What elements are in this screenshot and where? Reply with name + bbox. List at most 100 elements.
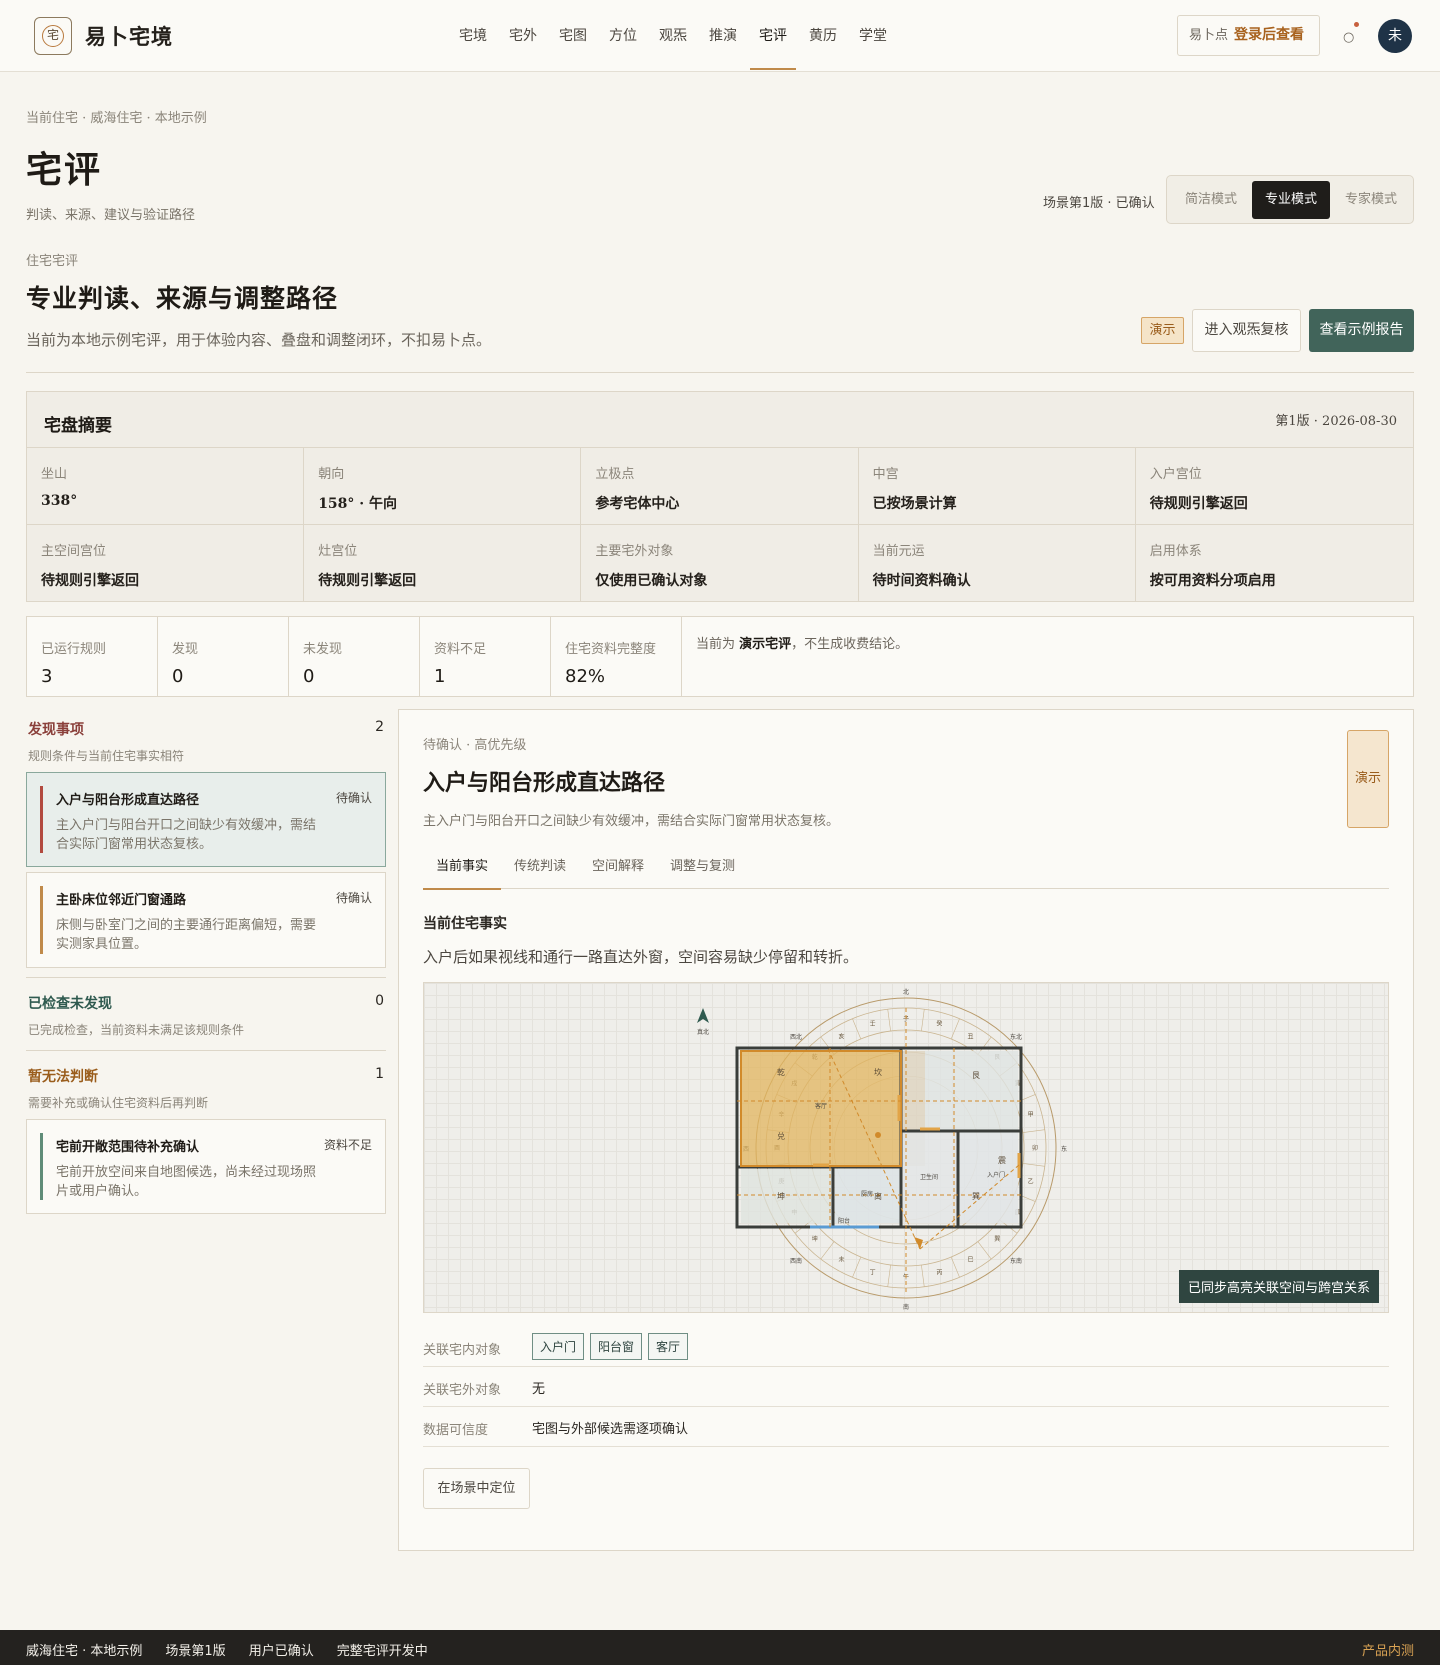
nav-item[interactable]: 黄历 bbox=[798, 0, 848, 72]
north-arrow-icon: 真北 bbox=[697, 1008, 709, 1036]
group-insufficient: 暂无法判断 1 需要补充或确认住宅资料后再判断 bbox=[28, 1066, 384, 1111]
nav-item[interactable]: 宅外 bbox=[498, 0, 548, 72]
compass-mountain-label: 坤 bbox=[812, 1235, 818, 1243]
stat-label: 资料不足 bbox=[434, 642, 487, 657]
mode-expert-button[interactable]: 专家模式 bbox=[1332, 181, 1410, 219]
review-button[interactable]: 进入观炁复核 bbox=[1192, 309, 1301, 352]
compass-tick bbox=[1014, 1192, 1036, 1202]
stat-value: 0 bbox=[172, 666, 184, 687]
finding-card[interactable]: 主卧床位邻近门窗通路 待确认 床侧与卧室门之间的主要通行距离偏短，需要实测家具位… bbox=[26, 872, 386, 968]
section-title: 专业判读、来源与调整路径 bbox=[26, 284, 339, 313]
points-button[interactable]: 易卜点 登录后查看 bbox=[1177, 15, 1320, 56]
footer-item: 完整宅评开发中 bbox=[336, 1644, 428, 1659]
locate-in-scene-button[interactable]: 在场景中定位 bbox=[423, 1468, 530, 1509]
palace-qian: 乾 bbox=[777, 1067, 785, 1077]
page-subtitle: 判读、来源、建议与验证路径 bbox=[26, 208, 196, 223]
section-desc: 当前为本地示例宅评，用于体验内容、叠盘和调整闭环，不扣易卜点。 bbox=[26, 331, 492, 349]
nav-item[interactable]: 观炁 bbox=[648, 0, 698, 72]
relation-label: 关联宅外对象 bbox=[423, 1383, 502, 1398]
compass-tick bbox=[950, 1018, 960, 1040]
avatar[interactable]: 未 bbox=[1378, 19, 1412, 53]
summary-cell: 灶宫位 待规则引擎返回 bbox=[304, 525, 582, 602]
palace-dui: 兑 bbox=[777, 1131, 785, 1141]
chip-entry-door[interactable]: 入户门 bbox=[532, 1333, 585, 1360]
divider bbox=[26, 977, 386, 978]
compass-tick bbox=[921, 1264, 925, 1287]
stat-value: 0 bbox=[303, 666, 315, 687]
view-report-button[interactable]: 查看示例报告 bbox=[1309, 309, 1414, 352]
cell-value: 按可用资料分项启用 bbox=[1149, 573, 1276, 589]
floor-plan-canvas[interactable]: 真北 壬子癸丑艮寅甲卯乙辰巽巳丙午丁未坤申庚酉辛戌乾亥 北 南 东 西 东北 西… bbox=[423, 982, 1389, 1313]
logo[interactable]: 宅 bbox=[34, 17, 72, 55]
nav-item[interactable]: 推演 bbox=[698, 0, 748, 72]
compass-mountain-label: 甲 bbox=[1028, 1112, 1034, 1119]
compass-tick bbox=[887, 1264, 891, 1287]
detail-demo-badge: 演示 bbox=[1347, 730, 1389, 828]
mode-simple-button[interactable]: 简洁模式 bbox=[1172, 181, 1250, 219]
group-found: 发现事项 2 规则条件与当前住宅事实相符 bbox=[28, 719, 384, 764]
card-title: 主卧床位邻近门窗通路 bbox=[56, 893, 187, 908]
cell-label: 入户宫位 bbox=[1149, 467, 1202, 482]
main-nav: 宅境 宅外 宅图 方位 观炁 推演 宅评 黄历 学堂 bbox=[448, 0, 898, 72]
note-prefix: 当前为 bbox=[696, 637, 736, 652]
stat-value: 82% bbox=[565, 666, 606, 687]
floor-plan-svg: 真北 壬子癸丑艮寅甲卯乙辰巽巳丙午丁未坤申庚酉辛戌乾亥 北 南 东 西 东北 西… bbox=[697, 988, 1067, 1311]
dir-e: 东 bbox=[1061, 1145, 1067, 1153]
stats-note: 当前为 演示宅评，不生成收费结论。 bbox=[682, 617, 908, 696]
stat-label: 发现 bbox=[172, 642, 199, 657]
breadcrumb: 当前住宅 · 威海住宅 · 本地示例 bbox=[26, 111, 207, 126]
fact-title: 当前住宅事实 bbox=[423, 916, 507, 932]
cell-label: 主要宅外对象 bbox=[595, 544, 674, 559]
relation-row-confidence: 数据可信度 宅图与外部候选需逐项确认 bbox=[423, 1407, 1389, 1447]
mode-pro-button[interactable]: 专业模式 bbox=[1252, 181, 1330, 219]
compass-tick bbox=[852, 1018, 862, 1040]
divider bbox=[26, 372, 1414, 373]
mode-switch: 简洁模式 专业模式 专家模式 bbox=[1166, 175, 1414, 224]
nav-item-active[interactable]: 宅评 bbox=[748, 0, 798, 72]
card-accent bbox=[40, 886, 43, 954]
points-login-link[interactable]: 登录后查看 bbox=[1234, 27, 1304, 43]
cell-value: 待时间资料确认 bbox=[872, 573, 971, 589]
finding-card-selected[interactable]: 入户与阳台形成直达路径 待确认 主入户门与阳台开口之间缺少有效缓冲，需结合实际门… bbox=[26, 772, 386, 867]
room-entry: 入户门 bbox=[987, 1171, 1005, 1179]
stat-label: 住宅资料完整度 bbox=[565, 642, 657, 657]
cell-label: 朝向 bbox=[318, 467, 345, 482]
summary-grid: 坐山 338° 朝向 158° · 午向 立极点 参考宅体中心 中宫 已按场景计算 入户… bbox=[27, 448, 1413, 602]
summary-cell: 当前元运 待时间资料确认 bbox=[859, 525, 1136, 602]
nav-item[interactable]: 学堂 bbox=[848, 0, 898, 72]
compass-tick bbox=[852, 1256, 862, 1278]
brand-name[interactable]: 易卜宅境 bbox=[85, 21, 173, 51]
scene-version: 场景第1版 · 已确认 bbox=[1043, 196, 1155, 211]
chip-balcony-window[interactable]: 阳台窗 bbox=[590, 1333, 643, 1360]
dir-s: 南 bbox=[903, 1303, 909, 1311]
tab-current-facts[interactable]: 当前事实 bbox=[423, 845, 502, 890]
detail-panel: 待确认 · 高优先级 入户与阳台形成直达路径 主入户门与阳台开口之间缺少有效缓冲… bbox=[398, 709, 1414, 1551]
compass-mountain-label: 巳 bbox=[967, 1257, 973, 1264]
detail-desc: 主入户门与阳台开口之间缺少有效缓冲，需结合实际门窗常用状态复核。 bbox=[423, 814, 840, 829]
group-not-found[interactable]: 已检查未发现 0 已完成检查，当前资料未满足该规则条件 bbox=[28, 993, 384, 1038]
tab-adjust[interactable]: 调整与复测 bbox=[657, 845, 748, 889]
nav-item[interactable]: 宅境 bbox=[448, 0, 498, 72]
insufficient-card[interactable]: 宅前开敞范围待补充确认 资料不足 宅前开放空间来自地图候选，尚未经过现场照片或用… bbox=[26, 1119, 386, 1214]
group-count: 1 bbox=[375, 1066, 384, 1082]
dir-n: 北 bbox=[903, 988, 909, 996]
nav-item[interactable]: 宅图 bbox=[548, 0, 598, 72]
points-label: 易卜点 bbox=[1189, 28, 1229, 43]
stats-bar: 已运行规则 3 发现 0 未发现 0 资料不足 1 住宅资料完整度 82% 当前为 演示宅… bbox=[26, 616, 1414, 697]
compass-mountain-label: 亥 bbox=[838, 1032, 844, 1040]
room-sw-area bbox=[741, 1169, 833, 1223]
group-desc: 需要补充或确认住宅资料后再判断 bbox=[28, 1096, 209, 1110]
north-label: 真北 bbox=[697, 1028, 709, 1036]
palace-xun: 巽 bbox=[972, 1192, 980, 1201]
tab-spatial[interactable]: 空间解释 bbox=[579, 845, 657, 889]
notification-icon[interactable]: ○ bbox=[1343, 22, 1361, 46]
nav-item[interactable]: 方位 bbox=[598, 0, 648, 72]
chip-living-room[interactable]: 客厅 bbox=[648, 1333, 689, 1360]
palace-gen: 艮 bbox=[972, 1071, 980, 1080]
compass-tick bbox=[950, 1256, 960, 1278]
summary-cell: 启用体系 按可用资料分项启用 bbox=[1136, 525, 1413, 602]
beta-badge: 产品内测 bbox=[1361, 1644, 1414, 1659]
tab-traditional[interactable]: 传统判读 bbox=[501, 845, 579, 889]
room-balcony: 阳台 bbox=[838, 1217, 850, 1225]
room-bath: 卫生间 bbox=[920, 1173, 938, 1181]
